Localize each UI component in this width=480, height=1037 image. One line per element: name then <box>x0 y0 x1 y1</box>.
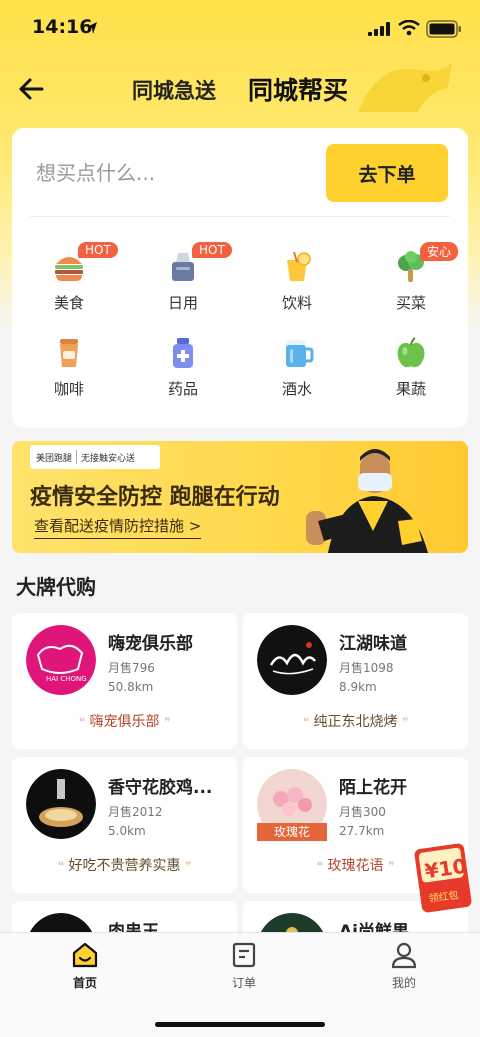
category-fruit-veg[interactable]: 果蔬 <box>354 314 468 400</box>
shop-logo: HAI CHONG <box>26 625 96 695</box>
coffee-cup-icon <box>60 339 78 367</box>
brand-logo-text: 美团跑腿 <box>36 453 73 464</box>
category-label: 咖啡 <box>53 380 84 398</box>
shop-distance: 50.8km <box>108 680 154 694</box>
orders-icon <box>232 942 256 968</box>
mascot-decoration-icon <box>358 62 452 112</box>
category-medicine[interactable]: 药品 <box>126 314 240 400</box>
beer-mug-icon <box>286 339 314 367</box>
user-icon <box>391 942 417 969</box>
shop-logo <box>257 625 327 695</box>
shop-name: 嗨宠俱乐部 <box>108 634 193 654</box>
tab-nearby-purchase[interactable]: 同城帮买 <box>248 71 348 107</box>
shop-monthly-sales: 月售1098 <box>339 661 394 675</box>
category-groceries[interactable]: 安心 买菜 <box>354 228 468 314</box>
courier-figure-icon <box>306 449 428 553</box>
search-input[interactable] <box>36 152 316 194</box>
divider <box>30 216 450 217</box>
category-label: 买菜 <box>395 294 426 312</box>
tab-home[interactable]: 首页 <box>45 941 125 991</box>
shop-monthly-sales: 月售2012 <box>108 805 163 819</box>
shop-name: 香守花胶鸡... <box>108 778 213 798</box>
category-label: 美食 <box>53 294 84 312</box>
category-label: 药品 <box>167 380 198 398</box>
banner-title: 疫情安全防控 跑腿在行动 <box>30 485 280 510</box>
cellular-signal-icon <box>368 22 390 36</box>
status-time: 14:16 <box>32 16 93 38</box>
shop-slogan: ❝ 纯正东北烧烤 ❞ <box>302 714 409 730</box>
shop-corner-tag: 玫瑰花 <box>257 823 327 841</box>
red-packet-icon[interactable]: ¥10 领红包 <box>412 842 474 914</box>
shop-slogan: ❝ 好吃不贵营养实惠 ❞ <box>57 858 192 874</box>
quote-close-icon: ❞ <box>163 715 171 729</box>
category-label: 酒水 <box>281 380 312 398</box>
category-food[interactable]: HOT 美食 <box>12 228 126 314</box>
back-arrow-icon[interactable] <box>18 76 44 102</box>
shop-distance: 5.0km <box>108 824 146 838</box>
category-label: 饮料 <box>281 294 312 312</box>
medicine-bottle-icon <box>173 338 193 368</box>
section-title-brands: 大牌代购 <box>16 575 96 599</box>
quote-close-icon: ❞ <box>387 859 395 873</box>
category-grid: HOT 美食 HOT 日用 饮料 安心 买菜 咖啡 药品 酒水 果蔬 <box>12 228 468 400</box>
tab-label: 我的 <box>391 976 416 990</box>
shop-name: 陌上花开 <box>339 778 407 798</box>
hot-badge: HOT <box>78 242 118 258</box>
tab-mine[interactable]: 我的 <box>364 941 444 991</box>
tab-label: 订单 <box>231 976 256 990</box>
banner-logo: 美团跑腿 无接触安心送 <box>30 445 160 469</box>
quote-open-icon: ❝ <box>302 715 310 729</box>
hot-badge: HOT <box>192 242 232 258</box>
category-drinks[interactable]: 饮料 <box>240 228 354 314</box>
reassurance-badge: 安心 <box>420 242 459 261</box>
quote-close-icon: ❞ <box>184 859 192 873</box>
shop-monthly-sales: 月售796 <box>108 661 155 675</box>
svg-text:HAI CHONG: HAI CHONG <box>46 675 87 683</box>
quote-close-icon: ❞ <box>401 715 409 729</box>
tab-label: 首页 <box>72 976 97 990</box>
apple-icon <box>397 337 425 368</box>
search-card: 去下单 HOT 美食 HOT 日用 <box>12 128 468 428</box>
quote-open-icon: ❝ <box>316 859 324 873</box>
shop-list: HAI CHONG 嗨宠俱乐部 月售796 50.8km ❝ 嗨宠俱乐部 ❞ 江… <box>12 613 468 941</box>
bottom-tab-bar: 首页 订单 我的 <box>0 932 480 1037</box>
wifi-icon <box>398 20 420 36</box>
tab-nearby-delivery[interactable]: 同城急送 <box>132 75 216 105</box>
battery-icon <box>426 20 461 38</box>
shop-card[interactable]: 江湖味道 月售1098 8.9km ❝ 纯正东北烧烤 ❞ <box>243 613 468 749</box>
shop-card[interactable]: HAI CHONG 嗨宠俱乐部 月售796 50.8km ❝ 嗨宠俱乐部 ❞ <box>12 613 237 749</box>
place-order-button[interactable]: 去下单 <box>326 144 448 202</box>
category-label: 日用 <box>167 294 198 312</box>
banner-link[interactable]: 查看配送疫情防控措施 > <box>34 515 202 539</box>
shop-slogan: ❝ 嗨宠俱乐部 ❞ <box>78 714 171 730</box>
brand-logo-sub: 无接触安心送 <box>81 453 136 464</box>
shop-monthly-sales: 月售300 <box>339 805 386 819</box>
shop-card[interactable]: 香守花胶鸡... 月售2012 5.0km ❝ 好吃不贵营养实惠 ❞ <box>12 757 237 893</box>
shop-distance: 27.7km <box>339 824 385 838</box>
tab-orders[interactable]: 订单 <box>204 941 284 991</box>
status-bar: 14:16 <box>0 0 480 56</box>
quote-open-icon: ❝ <box>57 859 65 873</box>
category-alcohol[interactable]: 酒水 <box>240 314 354 400</box>
home-indicator <box>155 1022 325 1027</box>
category-label: 果蔬 <box>395 380 426 398</box>
category-daily-use[interactable]: HOT 日用 <box>126 228 240 314</box>
shop-name: 江湖味道 <box>339 634 407 654</box>
shop-logo <box>26 769 96 839</box>
home-icon <box>72 942 98 968</box>
quote-open-icon: ❝ <box>78 715 86 729</box>
category-coffee[interactable]: 咖啡 <box>12 314 126 400</box>
shop-distance: 8.9km <box>339 680 377 694</box>
location-arrow-icon <box>87 22 97 34</box>
juice-icon <box>287 251 311 281</box>
covid-safety-banner[interactable]: 美团跑腿 无接触安心送 疫情安全防控 跑腿在行动 查看配送疫情防控措施 > <box>12 441 468 553</box>
